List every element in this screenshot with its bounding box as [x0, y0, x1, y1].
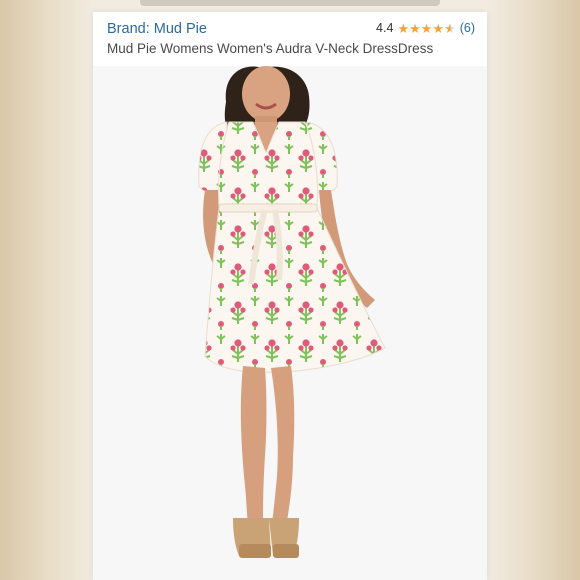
brand-link[interactable]: Brand: Mud Pie: [107, 21, 207, 37]
star-icon: ★: [432, 20, 445, 36]
product-card: Brand: Mud Pie 4.4 ★ ★ ★ ★ ★ (6) Mud Pie…: [93, 12, 487, 580]
dress-model-image: [198, 66, 386, 558]
review-count-link[interactable]: (6): [460, 21, 475, 35]
product-title: Mud Pie Womens Women's Audra V-Neck Dres…: [107, 41, 434, 56]
star-icon: ★: [397, 20, 410, 36]
top-strip: [140, 0, 440, 6]
star-icon: ★: [409, 20, 421, 36]
star-rating: ★ ★ ★ ★ ★: [397, 22, 455, 35]
star-icon: ★: [420, 20, 433, 36]
star-half-icon: ★: [444, 20, 456, 36]
rating-row[interactable]: 4.4 ★ ★ ★ ★ ★ (6): [376, 21, 475, 35]
rating-value: 4.4: [376, 21, 394, 35]
product-photo: [93, 66, 487, 580]
product-header: Brand: Mud Pie 4.4 ★ ★ ★ ★ ★ (6) Mud Pie…: [93, 12, 487, 66]
